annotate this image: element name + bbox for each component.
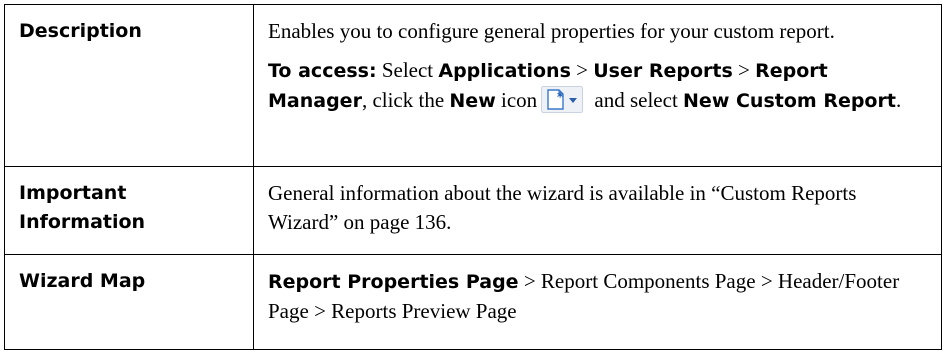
wizard-map-text: Report Properties Page > Report Componen… xyxy=(268,267,927,326)
row-label: Description xyxy=(4,4,254,167)
icon-word: icon xyxy=(501,88,538,112)
new-item-dropdown-icon-svg: * xyxy=(541,86,584,113)
info-table: Description Enables you to configure gen… xyxy=(4,4,942,350)
access-select: Select xyxy=(381,58,434,82)
description-text: Enables you to configure general propert… xyxy=(268,19,835,43)
row-label: Wizard Map xyxy=(4,254,254,350)
separator: > xyxy=(576,58,588,82)
menu-applications: Applications xyxy=(438,60,571,82)
table-row-important-information: Important Information General informatio… xyxy=(4,166,942,255)
new-label: New xyxy=(449,90,496,112)
and-select-text: and select xyxy=(594,88,678,112)
separator: > xyxy=(738,58,750,82)
important-information-text: General information about the wizard is … xyxy=(268,181,857,234)
table-row-description: Description Enables you to configure gen… xyxy=(4,4,942,167)
click-the-text: , click the xyxy=(361,88,445,112)
row-content: General information about the wizard is … xyxy=(253,166,942,255)
table-row-wizard-map: Wizard Map Report Properties Page > Repo… xyxy=(4,254,942,350)
access-instructions: To access: Select Applications > User Re… xyxy=(268,56,927,116)
new-item-dropdown-icon: * xyxy=(541,86,584,113)
access-lead: To access: xyxy=(268,60,377,82)
row-content: Report Properties Page > Report Componen… xyxy=(253,254,942,350)
svg-text:*: * xyxy=(557,90,564,104)
row-content: Enables you to configure general propert… xyxy=(253,4,942,167)
new-custom-report-label: New Custom Report xyxy=(683,90,896,112)
row-label: Important Information xyxy=(4,166,254,255)
wizard-current-page: Report Properties Page xyxy=(268,271,519,293)
menu-user-reports: User Reports xyxy=(593,60,733,82)
sentence-end: . xyxy=(895,88,902,112)
